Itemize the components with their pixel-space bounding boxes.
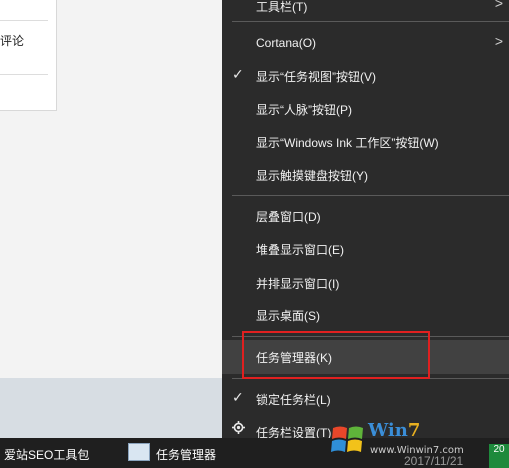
menu-item-show-touch-keyboard[interactable]: 显示触摸键盘按钮(Y) — [222, 159, 509, 191]
chevron-right-icon: > — [494, 0, 503, 11]
menu-item-show-windows-ink[interactable]: 显示“Windows Ink 工作区”按钮(W) — [222, 126, 509, 158]
menu-item-label: Cortana(O) — [256, 36, 317, 50]
chevron-right-icon: > — [494, 33, 503, 49]
taskbar-button-label: 爱站SEO工具包 — [4, 448, 90, 462]
task-manager-icon — [128, 443, 150, 461]
menu-item-label: 堆叠显示窗口(E) — [256, 243, 344, 257]
menu-item-label: 层叠窗口(D) — [256, 210, 321, 224]
taskbar-button-task-manager[interactable]: 任务管理器 — [124, 438, 224, 468]
menu-item-label: 并排显示窗口(I) — [256, 277, 340, 291]
menu-item-cascade-windows[interactable]: 层叠窗口(D) — [222, 200, 509, 232]
menu-item-stack-windows[interactable]: 堆叠显示窗口(E) — [222, 233, 509, 265]
menu-item-label: 显示“任务视图”按钮(V) — [256, 70, 376, 84]
check-icon: ✓ — [232, 66, 244, 82]
content-panel: 评论 — [0, 0, 57, 111]
menu-item-show-desktop[interactable]: 显示桌面(S) — [222, 299, 509, 331]
menu-item-show-people[interactable]: 显示“人脉”按钮(P) — [222, 93, 509, 125]
gear-icon — [232, 421, 245, 437]
menu-item-lock-taskbar[interactable]: ✓ 锁定任务栏(L) — [222, 383, 509, 415]
menu-item-label: 显示桌面(S) — [256, 309, 320, 323]
check-icon: ✓ — [232, 389, 244, 405]
background-strip — [0, 378, 222, 438]
menu-item-toolbars[interactable]: 工具栏(T) > — [222, 0, 509, 22]
menu-item-cortana[interactable]: Cortana(O) > — [222, 28, 509, 60]
taskbar-button-seo-tools[interactable]: 爱站SEO工具包 — [0, 438, 120, 468]
menu-separator — [232, 21, 509, 22]
menu-item-side-by-side[interactable]: 并排显示窗口(I) — [222, 267, 509, 299]
menu-separator — [232, 195, 509, 196]
watermark-url: www.Winwin7.com — [370, 445, 464, 456]
menu-item-label: 显示触摸键盘按钮(Y) — [256, 169, 368, 183]
notification-tag: 20 — [489, 444, 509, 468]
watermark-brand: Win7 — [368, 420, 421, 441]
menu-item-label: 工具栏(T) — [256, 0, 308, 14]
divider — [0, 74, 48, 75]
menu-item-label: 显示“人脉”按钮(P) — [256, 103, 352, 117]
menu-item-label: 显示“Windows Ink 工作区”按钮(W) — [256, 136, 439, 150]
highlight-annotation — [242, 331, 430, 379]
panel-text: 评论 — [0, 34, 25, 48]
menu-item-show-task-view[interactable]: ✓ 显示“任务视图”按钮(V) — [222, 60, 509, 92]
menu-item-label: 锁定任务栏(L) — [256, 393, 331, 407]
watermark-logo: Win7 www.Winwin7.com — [330, 418, 464, 464]
divider — [0, 20, 48, 21]
windows-logo-icon — [331, 426, 363, 452]
taskbar-button-label: 任务管理器 — [156, 448, 217, 462]
